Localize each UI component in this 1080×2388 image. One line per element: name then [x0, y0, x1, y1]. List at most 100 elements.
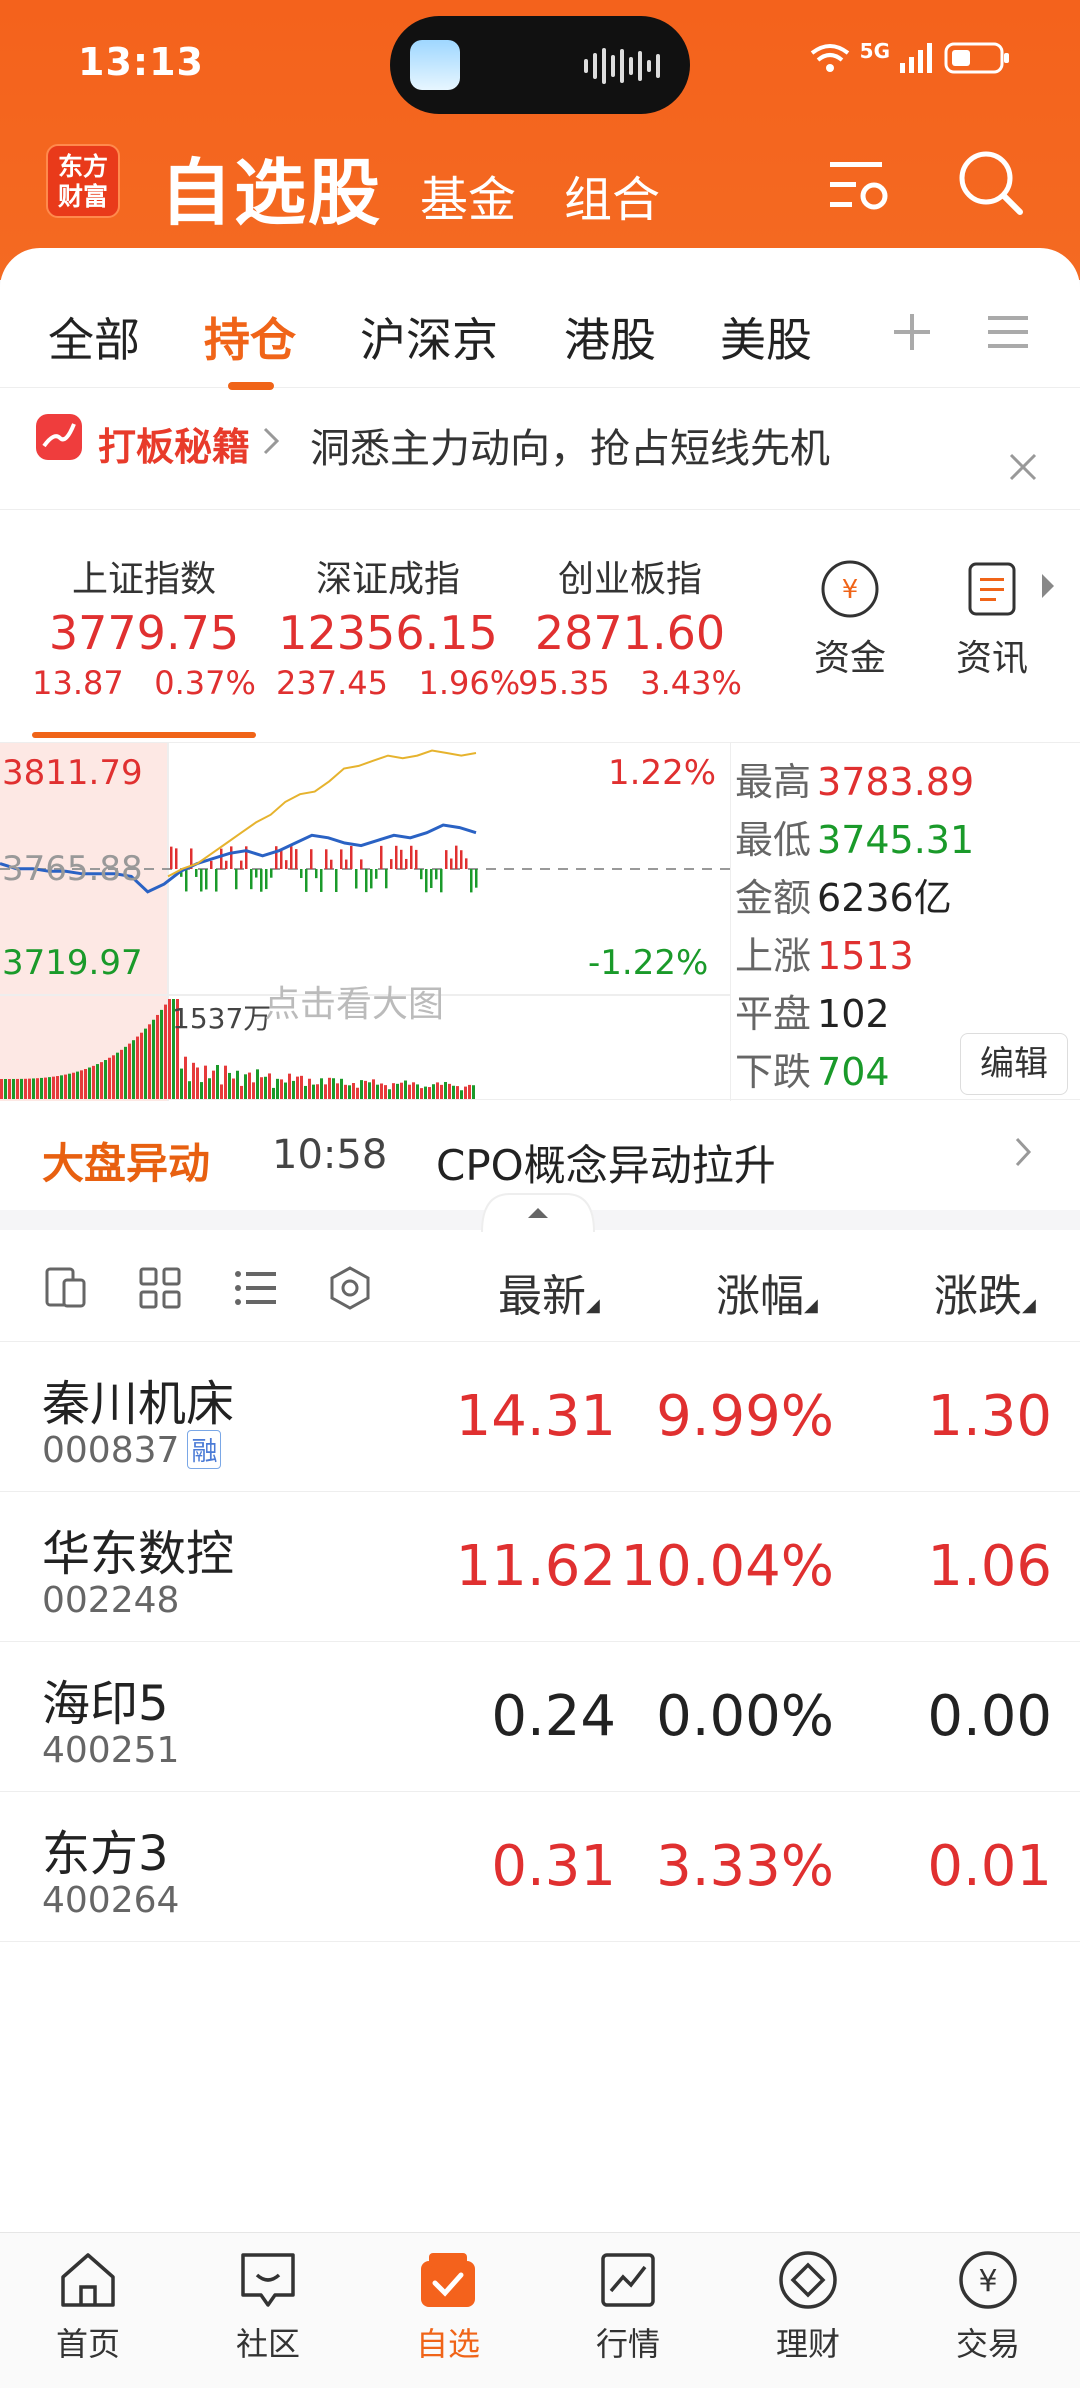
- volume-bar: [32, 1078, 35, 1099]
- volume-bar: [296, 1076, 299, 1099]
- flow-tick: [170, 846, 173, 869]
- intraday-chart[interactable]: 3811.79 3765.88 3719.97 1.22% -1.22% 153…: [0, 742, 1080, 1101]
- flow-tick: [270, 869, 273, 878]
- flow-tick: [285, 860, 288, 869]
- flow-tick: [475, 869, 478, 888]
- flow-tick: [240, 860, 243, 869]
- volume-bar: [168, 999, 171, 1099]
- volume-bar: [80, 1070, 83, 1099]
- app-title[interactable]: 自选股: [160, 134, 382, 239]
- volume-bar: [228, 1072, 231, 1099]
- flow-tick: [325, 849, 328, 869]
- chart-high-label: 3811.79: [2, 753, 143, 793]
- wifi-icon: [810, 44, 849, 72]
- collapse-chart-icon[interactable]: [480, 1192, 596, 1232]
- volume-bar: [336, 1083, 339, 1099]
- tab-all[interactable]: 全部: [48, 304, 140, 370]
- tab-us[interactable]: 美股: [720, 304, 812, 370]
- flow-tick: [345, 859, 348, 869]
- list-view-icon[interactable]: [234, 1268, 278, 1308]
- flow-tick: [210, 860, 213, 869]
- stock-change: 0.01: [927, 1834, 1052, 1899]
- volume-bar: [312, 1084, 315, 1099]
- grid-view-icon[interactable]: [138, 1266, 182, 1310]
- volume-bar: [156, 1014, 159, 1099]
- volume-bar: [152, 1019, 155, 1099]
- edit-button[interactable]: 编辑: [960, 1033, 1068, 1095]
- volume-bar: [24, 1078, 27, 1099]
- index-sh[interactable]: 上证指数 3779.75 13.87 0.37%: [32, 550, 256, 702]
- flow-tick: [405, 858, 408, 869]
- table-row[interactable]: 东方3 400264 0.31 3.33% 0.01: [0, 1792, 1080, 1942]
- alert-time: 10:58: [272, 1132, 388, 1178]
- stock-price: 0.24: [491, 1684, 616, 1749]
- nav-market[interactable]: 行情: [568, 2247, 688, 2365]
- add-group-icon[interactable]: [890, 310, 934, 354]
- settings-hex-icon[interactable]: [328, 1266, 372, 1310]
- volume-bar: [348, 1085, 351, 1099]
- nav-community[interactable]: 社区: [208, 2247, 328, 2365]
- close-icon[interactable]: [1008, 452, 1038, 482]
- svg-text:¥: ¥: [978, 2264, 997, 2299]
- volume-bar: [64, 1074, 67, 1099]
- tab-fund[interactable]: 基金: [420, 160, 516, 230]
- table-row[interactable]: 华东数控 002248 11.62 10.04% 1.06: [0, 1492, 1080, 1642]
- search-icon[interactable]: [956, 148, 1026, 218]
- app-bar: 东方 财富 自选股 基金 组合: [0, 130, 1080, 250]
- flow-tick: [185, 869, 188, 892]
- flow-tick: [215, 869, 218, 892]
- menu-icon[interactable]: [988, 312, 1028, 352]
- volume-bar: [276, 1078, 279, 1099]
- tab-a-shares[interactable]: 沪深京: [360, 304, 498, 370]
- volume-bar: [192, 1062, 195, 1099]
- funds-button[interactable]: ¥ 资金: [814, 558, 886, 681]
- wealth-icon: [779, 2251, 837, 2309]
- volume-bar: [108, 1057, 111, 1099]
- volume-bar: [440, 1084, 443, 1099]
- nav-watchlist[interactable]: 自选: [388, 2247, 508, 2365]
- volume-bar: [352, 1083, 355, 1099]
- stock-pct: 10.04%: [620, 1534, 834, 1599]
- table-row[interactable]: 秦川机床 000837 融 14.31 9.99% 1.30: [0, 1342, 1080, 1492]
- volume-bar: [244, 1074, 247, 1099]
- content-card: 全部 持仓 沪深京 港股 美股 打板秘籍 洞悉主力动向，抢占短线先机 上证指数 …: [0, 248, 1080, 2388]
- flow-tick: [315, 869, 318, 879]
- home-icon: [61, 2253, 115, 2307]
- flow-tick: [235, 869, 238, 890]
- volume-bar: [388, 1089, 391, 1099]
- table-row[interactable]: 海印5 400251 0.24 0.00% 0.00: [0, 1642, 1080, 1792]
- volume-bar: [460, 1090, 463, 1099]
- flow-tick: [415, 849, 418, 869]
- flow-tick: [375, 869, 378, 879]
- nav-trade[interactable]: ¥ 交易: [928, 2247, 1048, 2365]
- volume-bar: [252, 1082, 255, 1099]
- chart-pct-down-label: -1.22%: [588, 943, 709, 983]
- sort-change[interactable]: 涨跌◢: [934, 1260, 1036, 1324]
- tab-portfolio[interactable]: 组合: [564, 160, 660, 230]
- volume-bar: [220, 1084, 223, 1099]
- promo-banner[interactable]: 打板秘籍 洞悉主力动向，抢占短线先机: [0, 390, 1080, 510]
- nav-wealth[interactable]: 理财: [748, 2247, 868, 2365]
- index-sz[interactable]: 深证成指 12356.15 237.45 1.96%: [276, 550, 520, 702]
- volume-bar: [468, 1084, 471, 1099]
- sort-pct[interactable]: 涨幅◢: [716, 1260, 818, 1324]
- list-settings-icon[interactable]: [828, 156, 894, 216]
- tab-hk[interactable]: 港股: [564, 304, 656, 370]
- volume-bar: [164, 1004, 167, 1099]
- index-cyb[interactable]: 创业板指 2871.60 95.35 3.43%: [518, 550, 742, 702]
- volume-bar: [432, 1084, 435, 1099]
- volume-bar: [92, 1065, 95, 1099]
- volume-bar: [320, 1078, 323, 1099]
- tab-holdings[interactable]: 持仓: [204, 304, 296, 370]
- nav-home[interactable]: 首页: [28, 2247, 148, 2365]
- flow-tick: [470, 869, 473, 893]
- sort-latest[interactable]: 最新◢: [498, 1260, 600, 1324]
- volume-bar: [128, 1043, 131, 1099]
- svg-text:¥: ¥: [842, 575, 859, 605]
- news-button[interactable]: 资讯: [956, 558, 1028, 681]
- volume-bar: [316, 1084, 319, 1099]
- chart-prevclose-label: 3765.88: [2, 849, 143, 889]
- layout-toggle-icon[interactable]: [44, 1266, 88, 1310]
- scroll-right-icon[interactable]: [1040, 572, 1056, 600]
- app-logo[interactable]: 东方 财富: [46, 144, 120, 218]
